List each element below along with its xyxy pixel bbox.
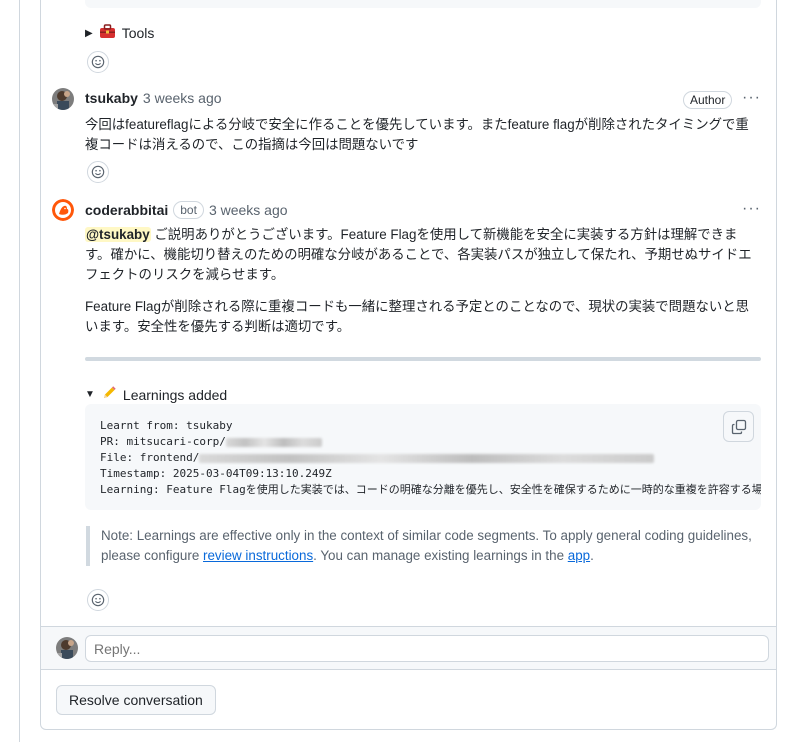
app-link[interactable]: app [568,548,590,563]
tools-label: Tools [121,25,155,41]
review-thread [40,0,777,730]
copy-button[interactable] [723,411,754,442]
redacted-text [225,437,322,447]
tools-details-summary[interactable]: ▶ Tools [85,24,154,42]
code-content: Learnt from: tsukaby PR: mitsucari-corp/F… [100,418,761,498]
note-text: . You can manage existing learnings in t… [313,548,568,563]
comment-paragraph-2: Feature Flagが削除される際に重複コードも一緒に整理される予定とのこと… [85,299,750,334]
comment-header: tsukaby 3 weeks ago [85,90,222,106]
comment-timestamp[interactable]: 3 weeks ago [209,202,288,218]
comment-paragraph-1: @tsukaby ご説明ありがとうございます。Feature Flagを使用して… [85,225,757,285]
comment-options-icon[interactable]: ··· [742,200,761,218]
caret-down-icon: ▼ [85,389,95,400]
avatar-coderabbitai[interactable] [52,199,74,221]
timeline-line [19,0,20,742]
code-line: Learnt from: tsukaby [100,419,233,432]
user-mention[interactable]: @tsukaby [85,227,151,242]
review-instructions-link[interactable]: review instructions [203,548,313,563]
current-user-avatar[interactable] [56,637,78,659]
learnings-details-summary[interactable]: ▼ Learnings added [85,385,227,404]
note-text: . [590,548,594,563]
code-line: PR: mitsucari-corp/ [100,434,761,450]
resolve-conversation-button[interactable]: Resolve conversation [56,685,216,715]
paragraph-text: ご説明ありがとうございます。Feature Flagを使用して新機能を安全に実装… [85,227,752,282]
add-reaction-button[interactable] [87,51,109,73]
divider [85,357,761,361]
toolbox-icon [99,24,116,42]
code-line: Timestamp: 2025-03-04T09:13:10.249Z [100,467,332,480]
add-reaction-button[interactable] [87,589,109,611]
code-block-remnant [85,0,761,8]
caret-right-icon: ▶ [85,27,93,39]
author-badge: Author [683,91,733,109]
comment-author[interactable]: coderabbitai [85,202,168,218]
learnings-summary-label: Learnings added [122,386,228,403]
redacted-text [199,453,655,463]
code-line: File: frontend/ [100,450,761,466]
code-line: Learning: Feature Flagを使用した実装では、コードの明確な分… [100,483,761,496]
add-reaction-button[interactable] [87,161,109,183]
bot-badge: bot [173,201,204,219]
learnings-code-block: Learnt from: tsukaby PR: mitsucari-corp/F… [85,404,761,510]
comment-options-icon[interactable]: ··· [742,89,761,107]
comment-timestamp[interactable]: 3 weeks ago [143,90,222,106]
comment-header: coderabbitai bot 3 weeks ago [85,201,288,219]
comment-author[interactable]: tsukaby [85,90,138,106]
copy-icon [731,419,746,434]
smiley-icon [91,55,105,69]
smiley-icon [91,593,105,607]
comment-body: 今回はfeatureflagによる分岐で安全に作ることを優先しています。またfe… [85,117,749,152]
avatar-tsukaby[interactable] [52,88,74,110]
smiley-icon [91,165,105,179]
reply-input[interactable] [85,635,769,662]
note-blockquote: Note: Learnings are effective only in th… [86,526,756,566]
pencil-icon [101,385,117,404]
